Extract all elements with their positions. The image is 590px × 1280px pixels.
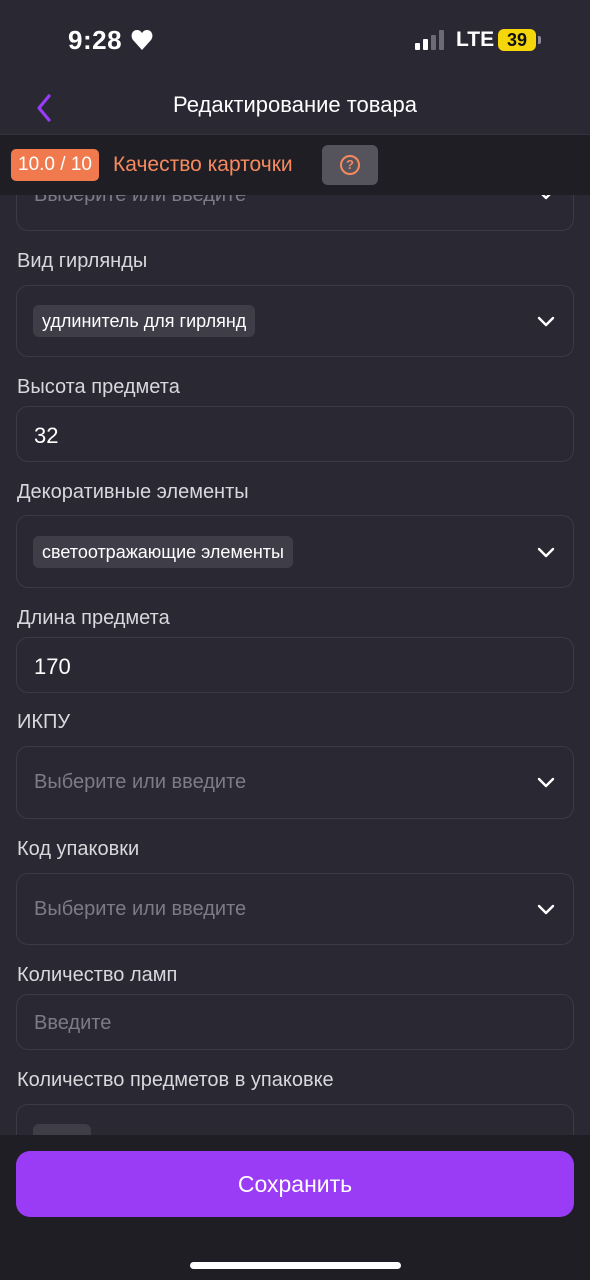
select-placeholder: Выберите или введите: [34, 195, 247, 206]
chevron-down-icon: [537, 316, 555, 327]
package-code-select[interactable]: Выберите или введите: [16, 873, 574, 945]
home-indicator: [190, 1262, 401, 1269]
height-value: 32: [34, 423, 59, 448]
status-time: 9:28: [68, 25, 123, 55]
bottom-action-area: Сохранить: [0, 1135, 590, 1280]
field-label-garland-type: Вид гирлянды: [17, 250, 148, 272]
field-label-height: Высота предмета: [17, 376, 180, 398]
question-circle-icon: ?: [340, 155, 360, 175]
page-title: Редактирование товара: [173, 92, 417, 117]
status-bar: 9:28 LTE 39: [0, 0, 590, 80]
select-placeholder: Выберите или введите: [34, 771, 247, 793]
cellular-signal-icon: [415, 30, 444, 50]
chevron-down-icon: [541, 195, 551, 200]
network-type: LTE: [456, 28, 495, 51]
battery-level: 39: [498, 29, 536, 51]
chevron-down-icon: [537, 904, 555, 915]
length-input[interactable]: 170: [16, 637, 574, 693]
quality-label: Качество карточки: [113, 153, 293, 176]
field-label-lamp-count: Количество ламп: [17, 964, 178, 986]
quality-help-button[interactable]: ?: [322, 145, 378, 185]
partial-select-field[interactable]: Выберите или введите: [16, 195, 574, 231]
navigation-bar: Редактирование товара: [0, 80, 590, 134]
height-input[interactable]: 32: [16, 406, 574, 462]
length-value: 170: [34, 654, 71, 679]
chevron-down-icon: [537, 777, 555, 788]
decorative-elements-select[interactable]: светоотражающие элементы: [16, 515, 574, 588]
selected-chip: светоотражающие элементы: [33, 536, 293, 568]
product-form: Выберите или введите Вид гирлянды удлини…: [0, 195, 590, 1135]
battery-cap: [538, 36, 541, 44]
battery-icon: 39: [498, 29, 542, 51]
field-label-package-code: Код упаковки: [17, 838, 140, 860]
field-label-ikpu: ИКПУ: [17, 711, 71, 733]
field-label-decorative: Декоративные элементы: [17, 481, 249, 503]
garland-type-select[interactable]: удлинитель для гирлянд: [16, 285, 574, 357]
save-button[interactable]: Сохранить: [16, 1151, 574, 1217]
lamp-count-input[interactable]: Введите: [16, 994, 574, 1050]
quality-score-badge: 10.0 / 10: [11, 149, 99, 181]
select-placeholder: Выберите или введите: [34, 898, 247, 920]
ikpu-select[interactable]: Выберите или введите: [16, 746, 574, 819]
input-placeholder: Введите: [34, 1012, 112, 1034]
selected-chip: [33, 1124, 91, 1135]
field-label-length: Длина предмета: [17, 607, 170, 629]
chevron-down-icon: [537, 547, 555, 558]
card-quality-bar: 10.0 / 10 Качество карточки ?: [0, 134, 590, 195]
selected-chip: удлинитель для гирлянд: [33, 305, 256, 337]
heart-icon: [131, 30, 153, 50]
items-per-package-select[interactable]: [16, 1104, 574, 1135]
field-label-items-per-package: Количество предметов в упаковке: [17, 1069, 334, 1091]
